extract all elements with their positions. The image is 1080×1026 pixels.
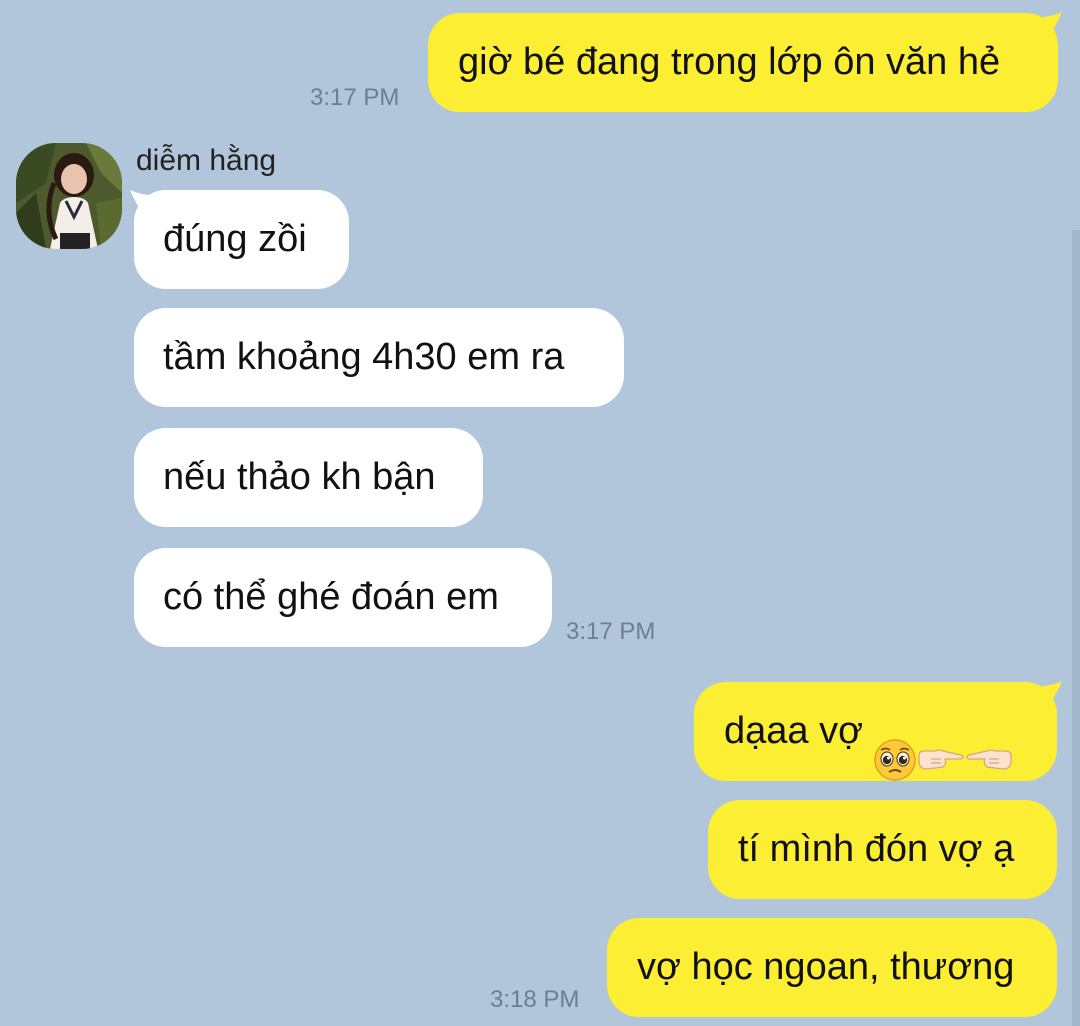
message-text: nếu thảo kh bận: [163, 456, 436, 498]
outgoing-message-bubble[interactable]: vợ học ngoan, thương: [607, 918, 1057, 1017]
scrollbar[interactable]: [1072, 230, 1080, 1026]
message-timestamp: 3:17 PM: [566, 618, 656, 645]
message-text: vợ học ngoan, thương: [637, 946, 1015, 988]
incoming-message-bubble[interactable]: đúng zồi: [134, 190, 349, 289]
left-pointing-hand-icon: [966, 749, 1012, 770]
message-text: giờ bé đang trong lớp ôn văn hẻ: [458, 41, 1001, 83]
incoming-message-bubble[interactable]: nếu thảo kh bận: [134, 428, 483, 527]
message-text: tí mình đón vợ ạ: [738, 828, 1015, 870]
outgoing-message-bubble[interactable]: tí mình đón vợ ạ: [708, 800, 1057, 899]
bubble-tail-icon: [1030, 12, 1062, 42]
incoming-message-bubble[interactable]: có thể ghé đoán em: [134, 548, 552, 647]
message-text: có thể ghé đoán em: [163, 576, 499, 618]
message-text: tầm khoảng 4h30 em ra: [163, 336, 565, 378]
right-pointing-hand-icon: [918, 749, 964, 770]
message-timestamp: 3:18 PM: [490, 986, 580, 1013]
emoji-group: [873, 709, 1013, 781]
avatar-photo-icon: [16, 143, 122, 249]
chat-window: 3:17 PM giờ bé đang trong lớp ôn văn hẻ …: [0, 0, 1080, 1026]
incoming-message-bubble[interactable]: tầm khoảng 4h30 em ra: [134, 308, 624, 407]
bubble-tail-icon: [1030, 681, 1062, 711]
contact-avatar[interactable]: [16, 143, 122, 249]
message-text: đúng zồi: [163, 218, 307, 260]
message-timestamp: 3:17 PM: [310, 84, 400, 111]
outgoing-message-bubble[interactable]: dạaa vợ: [694, 682, 1057, 781]
message-text: dạaa vợ: [724, 710, 864, 752]
pleading-face-icon: [874, 739, 916, 781]
sender-name: diễm hằng: [136, 144, 277, 177]
outgoing-message-bubble[interactable]: giờ bé đang trong lớp ôn văn hẻ: [428, 13, 1058, 112]
